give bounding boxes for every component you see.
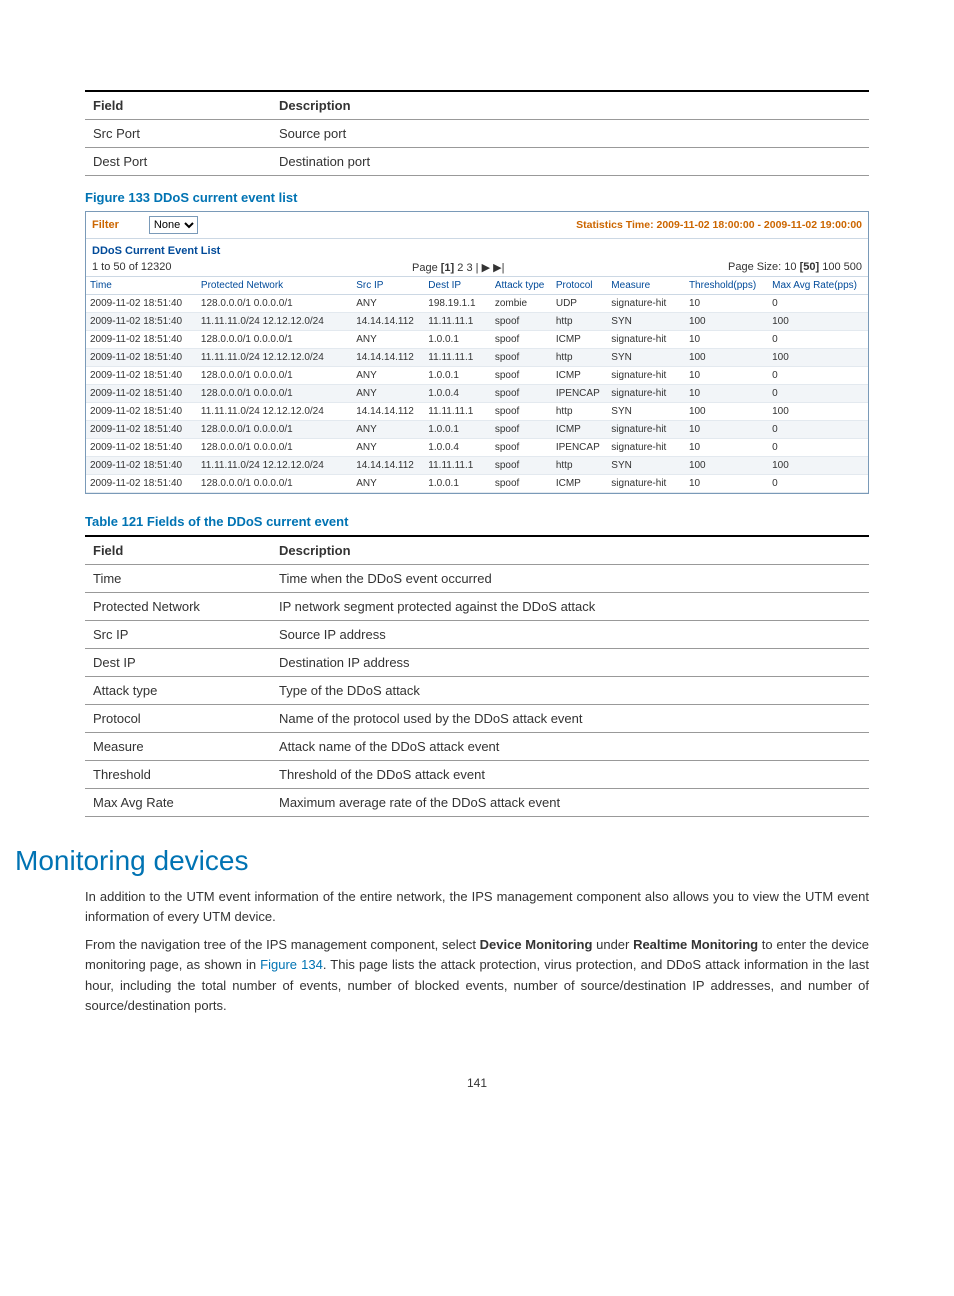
size-50[interactable]: [50]	[800, 261, 820, 273]
table-row: 2009-11-02 18:51:40128.0.0.0/1 0.0.0.0/1…	[86, 295, 868, 313]
grid-col-header[interactable]: Protocol	[552, 277, 607, 295]
grid-col-header[interactable]: Measure	[607, 277, 685, 295]
th-field: Field	[85, 91, 271, 120]
table-row: ProtocolName of the protocol used by the…	[85, 705, 869, 733]
th-desc: Description	[271, 91, 869, 120]
table-row: 2009-11-02 18:51:4011.11.11.0/24 12.12.1…	[86, 313, 868, 331]
paragraph-2: From the navigation tree of the IPS mana…	[85, 935, 869, 1016]
figure-134-link[interactable]: Figure 134	[260, 957, 323, 972]
size-10[interactable]: 10	[784, 261, 796, 273]
size-500[interactable]: 500	[844, 261, 862, 273]
event-grid: TimeProtected NetworkSrc IPDest IPAttack…	[86, 277, 868, 493]
th-desc: Description	[271, 536, 869, 565]
table-row: 2009-11-02 18:51:40128.0.0.0/1 0.0.0.0/1…	[86, 421, 868, 439]
figure-caption: Figure 133 DDoS current event list	[85, 190, 869, 205]
table-row: MeasureAttack name of the DDoS attack ev…	[85, 733, 869, 761]
stats-time: Statistics Time: 2009-11-02 18:00:00 - 2…	[576, 219, 862, 231]
filter-label: Filter	[92, 219, 119, 231]
size-100[interactable]: 100	[822, 261, 840, 273]
table-row: Dest Port Destination port	[85, 148, 869, 176]
table-row: Src IPSource IP address	[85, 621, 869, 649]
table-row: TimeTime when the DDoS event occurred	[85, 565, 869, 593]
grid-col-header[interactable]: Max Avg Rate(pps)	[768, 277, 868, 295]
filter-select[interactable]: None	[149, 216, 198, 234]
table-row: Dest IPDestination IP address	[85, 649, 869, 677]
table-row: ThresholdThreshold of the DDoS attack ev…	[85, 761, 869, 789]
table121-caption: Table 121 Fields of the DDoS current eve…	[85, 514, 869, 529]
page-next-icon[interactable]: ▶	[482, 262, 490, 274]
table-121: Field Description TimeTime when the DDoS…	[85, 535, 869, 817]
table-row: 2009-11-02 18:51:40128.0.0.0/1 0.0.0.0/1…	[86, 367, 868, 385]
grid-col-header[interactable]: Time	[86, 277, 197, 295]
table-row: 2009-11-02 18:51:40128.0.0.0/1 0.0.0.0/1…	[86, 331, 868, 349]
table-port-fields: Field Description Src Port Source port D…	[85, 90, 869, 176]
bold-device-monitoring: Device Monitoring	[480, 937, 593, 952]
table-row: Protected NetworkIP network segment prot…	[85, 593, 869, 621]
page-3[interactable]: 3	[466, 262, 472, 274]
panel-title: DDoS Current Event List	[86, 238, 868, 259]
grid-col-header[interactable]: Src IP	[352, 277, 424, 295]
page-last-icon[interactable]: ▶|	[493, 262, 504, 274]
section-heading: Monitoring devices	[15, 845, 869, 877]
row-count: 1 to 50 of 12320	[92, 261, 412, 274]
table-row: 2009-11-02 18:51:40128.0.0.0/1 0.0.0.0/1…	[86, 475, 868, 493]
table-row: 2009-11-02 18:51:4011.11.11.0/24 12.12.1…	[86, 403, 868, 421]
table-row: Max Avg RateMaximum average rate of the …	[85, 789, 869, 817]
bold-realtime-monitoring: Realtime Monitoring	[633, 937, 758, 952]
th-field: Field	[85, 536, 271, 565]
grid-col-header[interactable]: Threshold(pps)	[685, 277, 768, 295]
table-row: 2009-11-02 18:51:40128.0.0.0/1 0.0.0.0/1…	[86, 439, 868, 457]
ddos-event-list-screenshot: Filter None Statistics Time: 2009-11-02 …	[85, 211, 869, 494]
page-2[interactable]: 2	[457, 262, 463, 274]
table-row: 2009-11-02 18:51:4011.11.11.0/24 12.12.1…	[86, 349, 868, 367]
grid-col-header[interactable]: Dest IP	[424, 277, 491, 295]
page-number: 141	[85, 1076, 869, 1090]
table-row: Attack typeType of the DDoS attack	[85, 677, 869, 705]
page-1[interactable]: [1]	[441, 262, 454, 274]
table-row: 2009-11-02 18:51:40128.0.0.0/1 0.0.0.0/1…	[86, 385, 868, 403]
paragraph-1: In addition to the UTM event information…	[85, 887, 869, 927]
grid-col-header[interactable]: Protected Network	[197, 277, 352, 295]
page-size: Page Size: 10 [50] 100 500	[728, 261, 862, 274]
table-row: 2009-11-02 18:51:4011.11.11.0/24 12.12.1…	[86, 457, 868, 475]
pager: Page [1] 2 3 | ▶ ▶|	[412, 261, 612, 274]
table-row: Src Port Source port	[85, 120, 869, 148]
grid-col-header[interactable]: Attack type	[491, 277, 552, 295]
